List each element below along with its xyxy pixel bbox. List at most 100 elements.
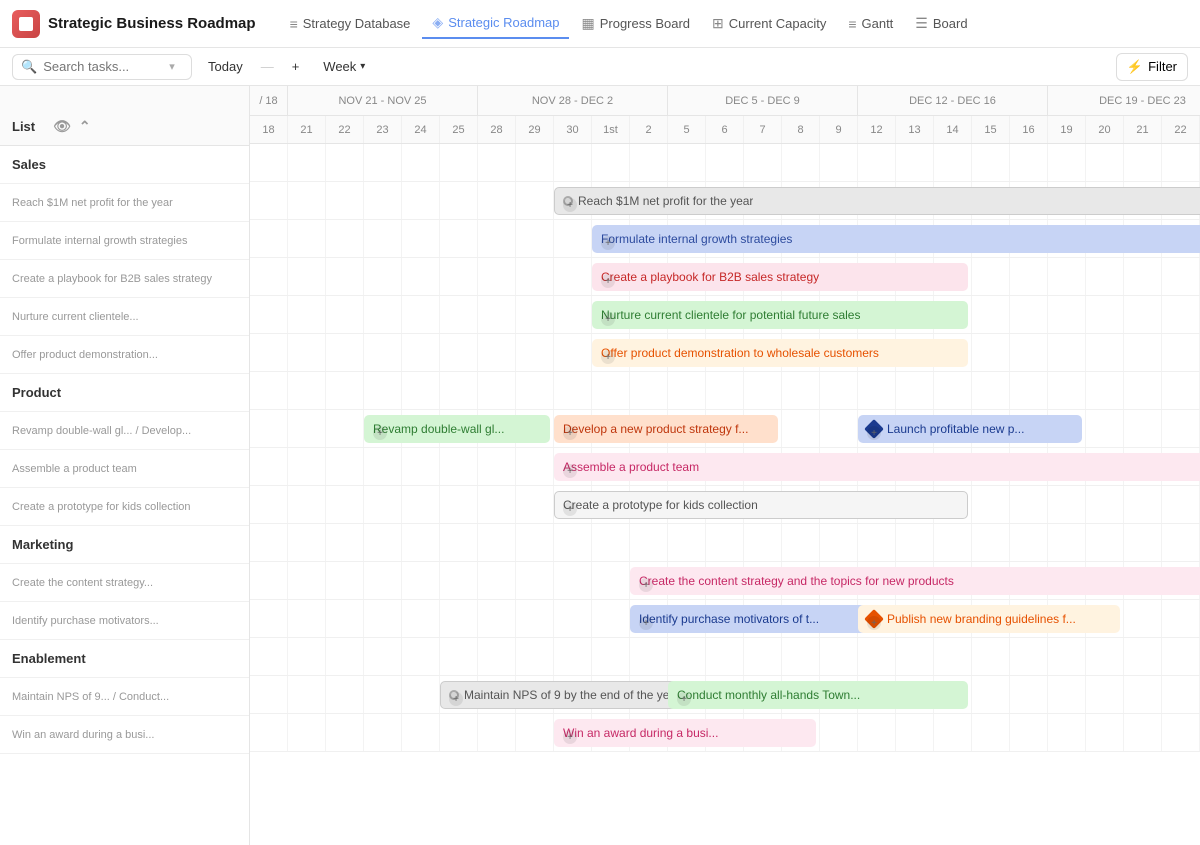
add-subtask-icon-p1[interactable]: + bbox=[373, 426, 387, 440]
bg-cell-8 bbox=[554, 144, 592, 181]
bg-cell-0 bbox=[250, 372, 288, 409]
bg-cell-10 bbox=[630, 524, 668, 561]
bg-cell-18 bbox=[934, 638, 972, 675]
task-bar-e2[interactable]: Conduct monthly all-hands Town...+ bbox=[668, 681, 968, 709]
add-period-button[interactable]: + bbox=[284, 55, 308, 78]
task-bar-p1[interactable]: Revamp double-wall gl...+ bbox=[364, 415, 550, 443]
task-bar-s4[interactable]: Nurture current clientele for potential … bbox=[592, 301, 968, 329]
bg-cell-17 bbox=[896, 714, 934, 751]
task-bar-e3[interactable]: Win an award during a busi...+ bbox=[554, 719, 816, 747]
search-input[interactable] bbox=[43, 59, 163, 74]
week-header-row: / 18NOV 21 - NOV 25NOV 28 - DEC 2DEC 5 -… bbox=[250, 86, 1200, 116]
bg-cell-2 bbox=[326, 524, 364, 561]
tab-current-capacity[interactable]: ⊞ Current Capacity bbox=[702, 9, 836, 38]
bg-cell-3 bbox=[364, 524, 402, 561]
bg-cell-22 bbox=[1086, 296, 1124, 333]
bg-cell-14 bbox=[782, 372, 820, 409]
add-subtask-icon-s1[interactable]: + bbox=[563, 198, 577, 212]
task-bar-s2[interactable]: Formulate internal growth strategies+ bbox=[592, 225, 1200, 253]
sales-group-label: Sales bbox=[0, 146, 249, 184]
day-header-11: 5 bbox=[668, 116, 706, 143]
left-panel-marketing-group: Marketing Create the content strategy...… bbox=[0, 526, 249, 640]
collapse-icon[interactable]: ⌃ bbox=[77, 116, 93, 137]
bg-cell-19 bbox=[972, 296, 1010, 333]
add-subtask-icon-s4[interactable]: + bbox=[601, 312, 615, 326]
bg-cell-17 bbox=[896, 144, 934, 181]
bg-cell-6 bbox=[478, 258, 516, 295]
week-header-4: DEC 12 - DEC 16 bbox=[858, 86, 1048, 115]
task-bar-s5[interactable]: Offer product demonstration to wholesale… bbox=[592, 339, 968, 367]
tab-progress-board[interactable]: ▦ Progress Board bbox=[571, 9, 700, 38]
task-label-p4: Assemble a product team bbox=[563, 460, 699, 474]
tab-strategic-roadmap[interactable]: ◈ Strategic Roadmap bbox=[422, 8, 569, 39]
add-subtask-icon-m2[interactable]: + bbox=[639, 616, 653, 630]
strategy-db-icon: ≡ bbox=[290, 16, 298, 32]
task-bar-p5[interactable]: Create a prototype for kids collection+ bbox=[554, 491, 968, 519]
right-gantt: / 18NOV 21 - NOV 25NOV 28 - DEC 2DEC 5 -… bbox=[250, 86, 1200, 845]
week-selector[interactable]: Week ▾ bbox=[315, 55, 373, 78]
task-bar-m2[interactable]: Identify purchase motivators of t...+ bbox=[630, 605, 892, 633]
add-subtask-icon-e1[interactable]: + bbox=[449, 692, 463, 706]
task-bar-p4[interactable]: Assemble a product team+ bbox=[554, 453, 1200, 481]
hide-icon[interactable]: 👁 bbox=[51, 116, 73, 137]
week-header-3: DEC 5 - DEC 9 bbox=[668, 86, 858, 115]
bg-cell-5 bbox=[440, 220, 478, 257]
tab-gantt[interactable]: ≡ Gantt bbox=[838, 10, 903, 38]
bg-cell-16 bbox=[858, 714, 896, 751]
week-header-2: NOV 28 - DEC 2 bbox=[478, 86, 668, 115]
left-panel: List 👁 ⌃ Sales Reach $1M net profit for … bbox=[0, 86, 250, 845]
bg-cell-7 bbox=[516, 448, 554, 485]
group-header-marketing bbox=[250, 524, 1200, 562]
add-subtask-icon-e2[interactable]: + bbox=[677, 692, 691, 706]
bg-cell-0 bbox=[250, 676, 288, 713]
bg-cell-4 bbox=[402, 448, 440, 485]
task-bar-s1[interactable]: Reach $1M net profit for the year+ bbox=[554, 187, 1200, 215]
bg-cell-11 bbox=[668, 524, 706, 561]
product-group-label: Product bbox=[0, 374, 249, 412]
lp-row-s1: Reach $1M net profit for the year bbox=[0, 184, 249, 222]
add-subtask-icon-p2[interactable]: + bbox=[563, 426, 577, 440]
today-button[interactable]: Today bbox=[200, 55, 251, 78]
bg-cell-5 bbox=[440, 144, 478, 181]
add-subtask-icon-s5[interactable]: + bbox=[601, 350, 615, 364]
lp-row-m2: Identify purchase motivators... bbox=[0, 602, 249, 640]
bg-cell-3 bbox=[364, 562, 402, 599]
task-bar-m3[interactable]: Publish new branding guidelines f...+ bbox=[858, 605, 1120, 633]
add-subtask-icon-p3[interactable]: + bbox=[867, 426, 881, 440]
app-header: Strategic Business Roadmap ≡ Strategy Da… bbox=[0, 0, 1200, 48]
add-subtask-icon-e3[interactable]: + bbox=[563, 730, 577, 744]
bg-cell-23 bbox=[1124, 524, 1162, 561]
bg-cell-21 bbox=[1048, 714, 1086, 751]
tab-board[interactable]: ☰ Board bbox=[905, 9, 977, 38]
bg-cell-22 bbox=[1086, 372, 1124, 409]
task-bar-s3[interactable]: Create a playbook for B2B sales strategy… bbox=[592, 263, 968, 291]
task-bar-p3[interactable]: Launch profitable new p...+ bbox=[858, 415, 1082, 443]
filter-button[interactable]: ⚡ Filter bbox=[1116, 53, 1188, 81]
add-subtask-icon-m3[interactable]: + bbox=[867, 616, 881, 630]
add-subtask-icon-m1[interactable]: + bbox=[639, 578, 653, 592]
day-header-17: 13 bbox=[896, 116, 934, 143]
task-bar-m1[interactable]: Create the content strategy and the topi… bbox=[630, 567, 1200, 595]
task-label-e2: Conduct monthly all-hands Town... bbox=[677, 688, 860, 702]
bg-cell-3 bbox=[364, 638, 402, 675]
bg-cell-0 bbox=[250, 410, 288, 447]
bg-cell-3 bbox=[364, 296, 402, 333]
bg-cell-24 bbox=[1162, 410, 1200, 447]
bg-cell-20 bbox=[1010, 144, 1048, 181]
bg-cell-0 bbox=[250, 486, 288, 523]
bg-cell-24 bbox=[1162, 676, 1200, 713]
bg-cell-19 bbox=[972, 714, 1010, 751]
search-box[interactable]: 🔍 ▾ bbox=[12, 54, 192, 80]
add-subtask-icon-p4[interactable]: + bbox=[563, 464, 577, 478]
dropdown-icon[interactable]: ▾ bbox=[169, 60, 175, 73]
bg-cell-1 bbox=[288, 144, 326, 181]
bg-cell-4 bbox=[402, 372, 440, 409]
task-bar-p2[interactable]: Develop a new product strategy f...+ bbox=[554, 415, 778, 443]
tab-strategy-database[interactable]: ≡ Strategy Database bbox=[280, 10, 421, 38]
add-subtask-icon-p5[interactable]: + bbox=[563, 502, 577, 516]
bg-cell-6 bbox=[478, 334, 516, 371]
day-header-8: 30 bbox=[554, 116, 592, 143]
add-subtask-icon-s3[interactable]: + bbox=[601, 274, 615, 288]
bg-cell-22 bbox=[1086, 714, 1124, 751]
add-subtask-icon-s2[interactable]: + bbox=[601, 236, 615, 250]
